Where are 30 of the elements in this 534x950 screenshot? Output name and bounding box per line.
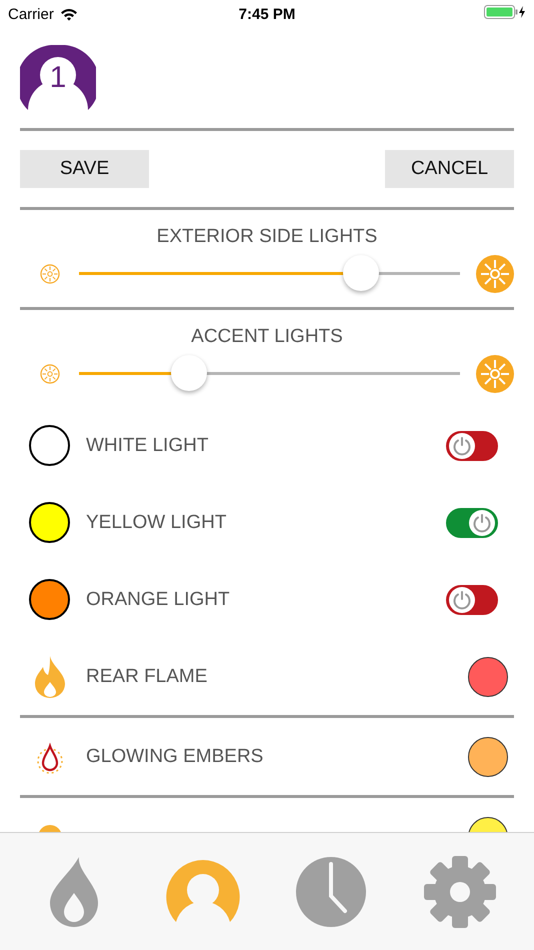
clock-time: 7:45 PM [238, 6, 296, 22]
clock-icon [295, 856, 368, 928]
power-icon [451, 434, 473, 456]
wifi-icon [60, 8, 78, 20]
carrier-label: Carrier [8, 6, 54, 22]
light-label: ORANGE LIGHT [86, 588, 231, 610]
color-swatch[interactable] [468, 656, 508, 696]
slider-title: EXTERIOR SIDE LIGHTS [156, 226, 378, 248]
sun-icon [476, 355, 514, 393]
sun-icon [39, 263, 61, 285]
action-button[interactable]: SAVE [20, 150, 149, 188]
power-toggle[interactable] [446, 430, 498, 460]
slider-title: ACCENT LIGHTS [190, 326, 344, 348]
action-button[interactable]: CANCEL [385, 150, 514, 188]
flame-icon [34, 656, 66, 698]
sun-icon [39, 363, 61, 385]
light-label: REAR FLAME [86, 666, 208, 688]
power-toggle[interactable] [446, 584, 498, 614]
power-toggle[interactable] [446, 508, 498, 538]
color-swatch[interactable] [468, 736, 508, 776]
light-label: WHITE LIGHT [86, 434, 210, 456]
light-label: YELLOW LIGHT [86, 512, 228, 534]
flame-icon [49, 856, 100, 926]
person-icon [164, 860, 241, 924]
power-icon [471, 512, 493, 534]
sun-icon [476, 255, 514, 293]
light-label: GLOWING EMBERS [86, 746, 264, 768]
power-icon [451, 588, 473, 610]
battery-icon [484, 5, 526, 19]
settings-icon [424, 856, 496, 928]
